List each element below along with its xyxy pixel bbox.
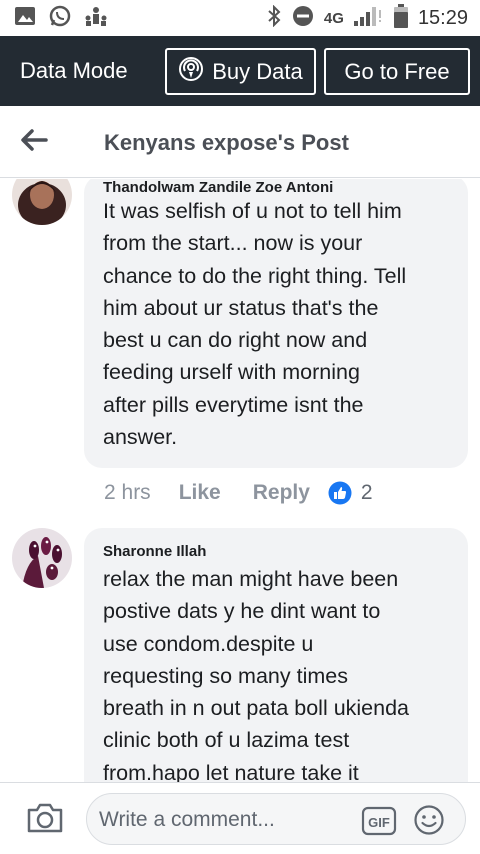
reply-button[interactable]: Reply bbox=[253, 481, 310, 505]
comment-bubble: Sharonne Illah relax the man might have … bbox=[84, 528, 468, 782]
camera-icon[interactable] bbox=[26, 802, 64, 839]
reaction-count[interactable]: 2 bbox=[361, 481, 373, 505]
comment-bubble: Thandolwam Zandile Zoe Antoni It was sel… bbox=[84, 179, 468, 468]
gif-icon[interactable]: GIF bbox=[361, 806, 397, 841]
data-mode-bar: Data Mode Buy Data Go to Free bbox=[0, 36, 480, 106]
comment-text: It was selfish of u not to tell him from… bbox=[103, 199, 407, 450]
status-right-icons: 4G 15:29 bbox=[266, 3, 468, 33]
svg-text:GIF: GIF bbox=[368, 815, 390, 830]
bluetooth-icon bbox=[266, 4, 282, 32]
whatsapp-icon bbox=[48, 4, 72, 33]
do-not-disturb-icon bbox=[292, 5, 314, 32]
comment-text: relax the man might have been postive da… bbox=[103, 567, 410, 782]
smiley-icon[interactable] bbox=[413, 804, 445, 841]
network-type: 4G bbox=[323, 9, 344, 27]
comment-composer: Write a comment... GIF bbox=[0, 782, 480, 854]
buy-data-button[interactable]: Buy Data bbox=[165, 48, 316, 95]
go-to-free-label: Go to Free bbox=[344, 58, 450, 84]
comment-placeholder: Write a comment... bbox=[99, 808, 275, 831]
status-bar: 4G 15:29 bbox=[0, 0, 480, 36]
buy-data-label: Buy Data bbox=[212, 58, 303, 84]
image-icon bbox=[14, 5, 36, 32]
go-to-free-button[interactable]: Go to Free bbox=[324, 48, 470, 95]
data-mode-label: Data Mode bbox=[20, 58, 128, 83]
comment-actions: 2 hrs Like Reply 2 bbox=[104, 481, 373, 505]
avatar-thandolwam[interactable] bbox=[12, 179, 72, 225]
status-left-icons bbox=[14, 4, 108, 33]
comment-input[interactable]: Write a comment... GIF bbox=[86, 793, 466, 845]
battery-icon bbox=[393, 3, 408, 33]
back-arrow-icon[interactable] bbox=[20, 128, 48, 157]
page-title: Kenyans expose's Post bbox=[104, 130, 349, 155]
signal-icon bbox=[353, 6, 384, 31]
comment-author[interactable]: Thandolwam Zandile Zoe Antoni bbox=[103, 179, 333, 196]
avatar-sharonne[interactable] bbox=[12, 528, 72, 588]
comment-time: 2 hrs bbox=[104, 481, 151, 504]
comments-list: Thandolwam Zandile Zoe Antoni It was sel… bbox=[0, 179, 480, 782]
like-reaction-icon bbox=[328, 481, 352, 505]
people-icon bbox=[84, 5, 108, 32]
broadcast-icon bbox=[178, 56, 204, 88]
like-button[interactable]: Like bbox=[179, 481, 221, 505]
post-header: Kenyans expose's Post bbox=[0, 106, 480, 178]
comment-author[interactable]: Sharonne Illah bbox=[103, 543, 206, 560]
status-time: 15:29 bbox=[417, 6, 468, 29]
